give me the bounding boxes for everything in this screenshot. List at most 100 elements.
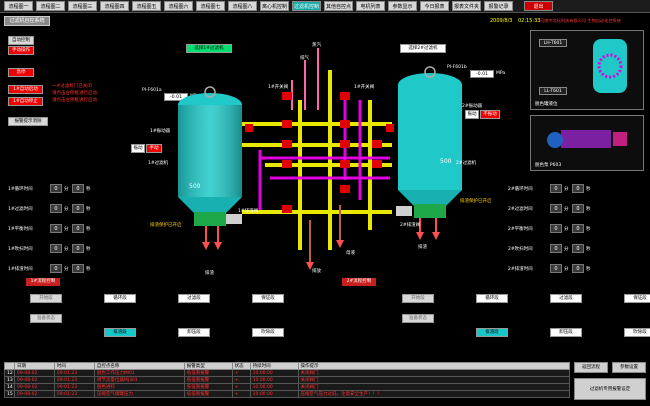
- table-row[interactable]: 15 09-08-02 09:01:23 压缩空气储罐压力 低低限报警 +10:00:00…: [4, 390, 570, 398]
- alarm-col-header: 持续时间: [249, 362, 299, 370]
- alarm-cell: 关闭阀门: [297, 369, 570, 377]
- timer-seconds: 0: [72, 264, 84, 273]
- timer-seconds: 0: [72, 244, 84, 253]
- alarm-cell: 关闭阀门: [297, 383, 570, 391]
- tank-level-high: LH-T601: [539, 39, 567, 47]
- flow1-step2-3[interactable]: 吹除段: [252, 328, 284, 337]
- timer-unit-sec: 秒: [86, 247, 91, 252]
- timer-unit-sec: 秒: [86, 267, 91, 272]
- timer-unit-min: 分: [64, 187, 69, 192]
- alarm-cell: 调节流量位器MJ301: [93, 376, 185, 384]
- alarm-cell: 09:01:23: [53, 390, 95, 398]
- tank-panel-title: 脱色罐液位: [535, 102, 558, 107]
- table-row[interactable]: 12 09-08-02 09:01:23 脱色工作压力MI01 低低限报警 +10:00:…: [4, 369, 570, 377]
- timer-label: 1#排渣时间: [8, 267, 33, 272]
- alarm-cell: 低低限报警: [183, 383, 233, 391]
- timer-unit-sec: 秒: [86, 187, 91, 192]
- timer-unit-min: 分: [64, 207, 69, 212]
- timer-seconds: 0: [72, 204, 84, 213]
- vibrator2-state[interactable]: 不振动: [480, 110, 500, 119]
- timer-minutes: 0: [50, 244, 62, 253]
- flow1-title: 1#流程控制: [26, 278, 60, 286]
- pipe-label-drain: 排放: [312, 269, 321, 274]
- alarm-cell: 09-08-02: [13, 383, 55, 391]
- vibrator2-tag[interactable]: 振动: [465, 110, 479, 119]
- timer-minutes: 0: [50, 264, 62, 273]
- timer-minutes: 0: [550, 204, 562, 213]
- decolor-pump-panel: 脱色泵 P603: [530, 115, 644, 171]
- alarm-table: 日期 时间 自控点名称 报警类型 状态 持续时间 操作提示 12 09-08-02 09:01:2…: [4, 362, 570, 398]
- timer-unit-min: 分: [564, 267, 569, 272]
- timer-label: 2#平衡时间: [508, 227, 533, 232]
- return-flow-button[interactable]: 返回流程: [574, 362, 608, 373]
- flow2-step-2[interactable]: 过滤段: [550, 294, 582, 303]
- timer-label: 2#过滤时间: [508, 207, 533, 212]
- flow1-step-2[interactable]: 过滤段: [178, 294, 210, 303]
- alarm-cell: 09:01:23: [53, 376, 95, 384]
- flow2-step2-3[interactable]: 吹除段: [624, 328, 650, 337]
- alarm-col-header: [4, 362, 15, 370]
- protection-note: 排渣保护已开启: [150, 223, 182, 228]
- alarm-cell: 09-08-02: [13, 376, 55, 384]
- timer-minutes: 0: [50, 184, 62, 193]
- timer-minutes: 0: [50, 204, 62, 213]
- timer-unit-sec: 秒: [586, 247, 591, 252]
- filter-alarm-settings-button[interactable]: 过滤机专用报警设定: [574, 378, 646, 400]
- timer-unit-min: 分: [564, 207, 569, 212]
- timer-label: 1#循环时间: [8, 187, 33, 192]
- alarm-cell: 压缩空气储罐压力: [93, 390, 185, 398]
- timer-minutes: 0: [550, 224, 562, 233]
- timer-unit-sec: 秒: [586, 207, 591, 212]
- alarm-cell: 脱色进料: [93, 383, 185, 391]
- timer-unit-min: 分: [564, 187, 569, 192]
- alarm-col-header: 操作提示: [297, 362, 570, 370]
- table-row[interactable]: 14 09-08-02 09:01:23 脱色进料 低低限报警 +10:00:00 关闭阀门: [4, 383, 570, 391]
- timer-seconds: 0: [572, 264, 584, 273]
- valve-label: 1#排渣阀: [238, 209, 259, 214]
- flow2-step2-2[interactable]: 卸压段: [550, 328, 582, 337]
- timer-seconds: 0: [572, 244, 584, 253]
- param-settings-button[interactable]: 参数设置: [612, 362, 646, 373]
- flow1-step-0[interactable]: 开始段: [30, 294, 62, 303]
- timer-unit-min: 分: [64, 267, 69, 272]
- flow2-title: 2#流程控制: [342, 278, 376, 286]
- alarm-cell: 10:00:00: [249, 383, 299, 391]
- alarm-cell: 09:01:23: [53, 383, 95, 391]
- flow1-step2-0[interactable]: 准备状态: [30, 314, 62, 323]
- timer-minutes: 0: [550, 184, 562, 193]
- timer-label: 1#平衡时间: [8, 227, 33, 232]
- flow2-step-3[interactable]: 保证段: [624, 294, 650, 303]
- timer-label: 2#吹扫时间: [508, 247, 533, 252]
- vibrator1-tag[interactable]: 振动: [131, 144, 145, 153]
- alarm-col-header: 报警类型: [183, 362, 233, 370]
- pump-panel-title: 脱色泵 P603: [535, 163, 562, 168]
- timer-seconds: 0: [572, 204, 584, 213]
- timer-unit-sec: 秒: [86, 207, 91, 212]
- flow2-step2-1[interactable]: 排渣段: [476, 328, 508, 337]
- alarm-cell: 10:00:00: [249, 369, 299, 377]
- alarm-col-header: 状态: [231, 362, 251, 370]
- flow1-step-3[interactable]: 保证段: [252, 294, 284, 303]
- flow2-step-1[interactable]: 循环段: [476, 294, 508, 303]
- timer-unit-min: 分: [564, 247, 569, 252]
- timer-label: 1#吹扫时间: [8, 247, 33, 252]
- pipe-label-steam: 蒸汽: [312, 43, 321, 48]
- pipe-label-liquor: 母液: [346, 251, 355, 256]
- tank-level-low: LL-T601: [539, 87, 567, 95]
- decolor-tank-panel: LH-T601 LL-T601 脱色罐液位: [530, 30, 644, 110]
- flow1-step-1[interactable]: 循环段: [104, 294, 136, 303]
- valve-label: 2#振动器: [462, 104, 483, 109]
- flow2-step2-0[interactable]: 准备状态: [402, 314, 434, 323]
- flow1-step2-1[interactable]: 排渣段: [104, 328, 136, 337]
- alarm-header-row: 日期 时间 自控点名称 报警类型 状态 持续时间 操作提示: [4, 362, 570, 370]
- table-row[interactable]: 13 09-08-02 09:01:23 调节流量位器MJ301 低低限报警 +10:00…: [4, 376, 570, 384]
- alarm-cell: 14: [4, 383, 15, 391]
- flow2-step-0[interactable]: 开始段: [402, 294, 434, 303]
- flow1-step2-2[interactable]: 卸压段: [178, 328, 210, 337]
- alarm-cell: 09-08-02: [13, 390, 55, 398]
- timer-minutes: 0: [550, 244, 562, 253]
- alarm-cell: 13: [4, 376, 15, 384]
- alarm-cell: +: [231, 383, 251, 391]
- vibrator1-state[interactable]: 手动: [146, 144, 162, 153]
- timer-label: 2#排渣时间: [508, 267, 533, 272]
